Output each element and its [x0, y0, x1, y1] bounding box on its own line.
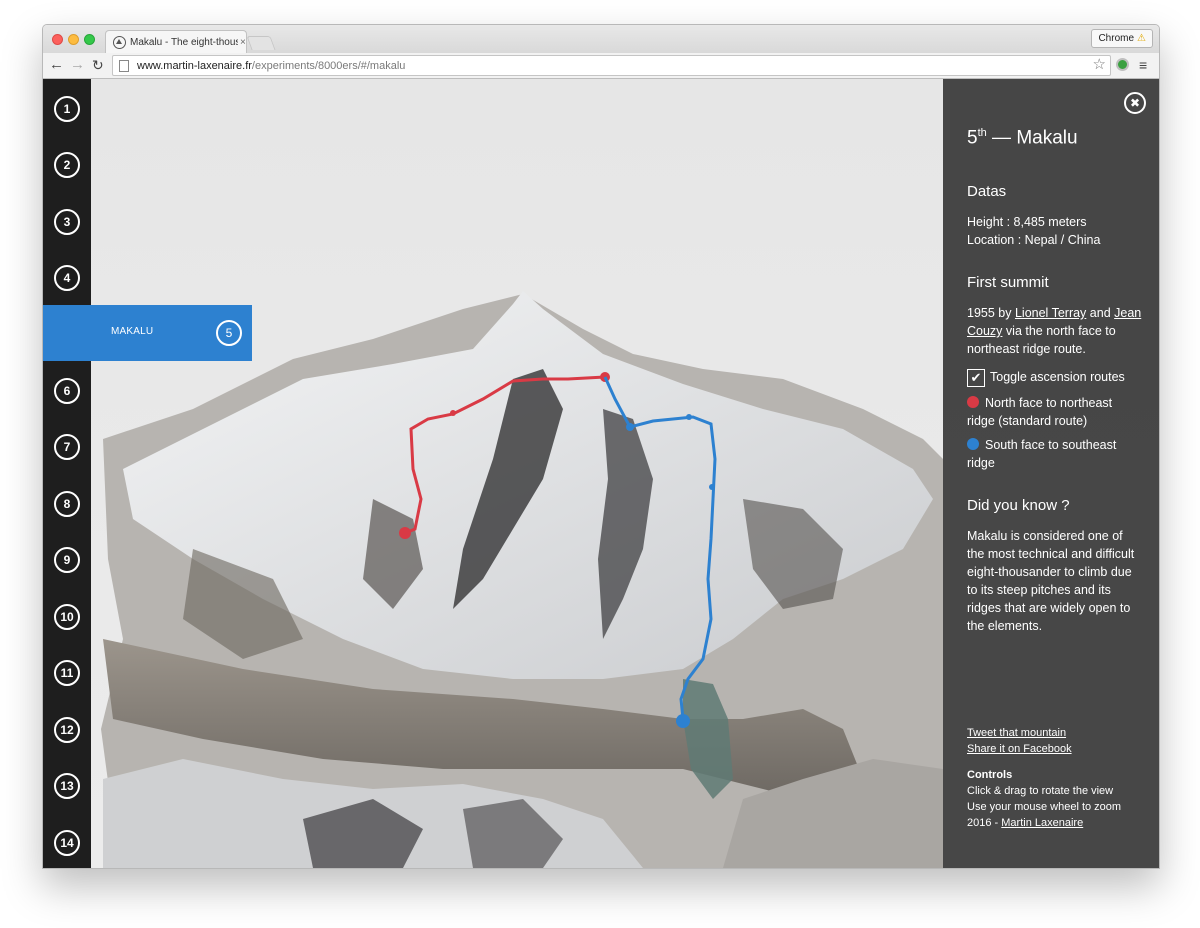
nav-item-10[interactable]: 10 [54, 604, 80, 630]
rank-number: 5 [967, 127, 978, 149]
credit-line: 2016 - Martin Laxenaire [967, 815, 1083, 831]
close-panel-button[interactable]: ✖ [1124, 92, 1146, 114]
climber-link-terray[interactable]: Lionel Terray [1015, 306, 1086, 320]
route-south-legend-text: South face to southeast ridge [967, 438, 1117, 470]
controls-heading: Controls [967, 769, 1013, 781]
url-text: www.martin-laxenaire.fr/experiments/8000… [137, 60, 405, 72]
first-summit-heading: First summit [967, 274, 1049, 291]
profile-label: Chrome [1098, 33, 1135, 44]
nav-item-13[interactable]: 13 [54, 773, 80, 799]
info-panel: ✖ 5th — Makalu Datas Height : 8,485 mete… [943, 79, 1159, 868]
route-north-legend-text: North face to northeast ridge (standard … [967, 396, 1113, 428]
route-south-face-waypoint [686, 414, 692, 420]
page-icon [119, 59, 129, 72]
bookmark-star-icon[interactable]: ☆ [1093, 56, 1106, 74]
tweet-link[interactable]: Tweet that mountain [967, 725, 1066, 741]
nav-item-2[interactable]: 2 [54, 152, 80, 178]
mountain-nav-rail: 1 2 3 4 6 7 8 9 10 11 12 13 14 [43, 79, 91, 868]
url-path: /experiments/8000ers/#/makalu [251, 59, 406, 72]
nav-item-9[interactable]: 9 [54, 547, 80, 573]
route-south-face-waypoint [709, 484, 715, 490]
height-text: Height : 8,485 meters [967, 215, 1087, 229]
address-bar[interactable]: www.martin-laxenaire.fr/experiments/8000… [112, 55, 1111, 76]
controls-rotate-text: Click & drag to rotate the view [967, 785, 1114, 797]
favicon-icon [113, 36, 126, 49]
controls-zoom-text: Use your mouse wheel to zoom [967, 801, 1122, 813]
forward-arrow-icon[interactable]: → [70, 56, 85, 74]
close-window-button[interactable] [52, 34, 63, 45]
nav-item-5-active[interactable]: MAKALU 5 [43, 305, 252, 361]
nav-item-7[interactable]: 7 [54, 434, 80, 460]
warning-icon: ⚠ [1137, 33, 1146, 44]
route-south-face-start-point [676, 714, 690, 728]
credit-year: 2016 - [967, 817, 999, 829]
menu-icon[interactable]: ≡ [1139, 56, 1147, 74]
nav-item-14[interactable]: 14 [54, 830, 80, 856]
zoom-window-button[interactable] [84, 34, 95, 45]
location-text: Location : Nepal / China [967, 233, 1101, 247]
active-mountain-number: 5 [216, 320, 242, 346]
tab-close-icon[interactable]: × [240, 37, 246, 48]
nav-item-6[interactable]: 6 [54, 378, 80, 404]
nav-item-8[interactable]: 8 [54, 491, 80, 517]
author-link[interactable]: Martin Laxenaire [1001, 817, 1083, 829]
nav-item-4[interactable]: 4 [54, 265, 80, 291]
active-mountain-label: MAKALU [111, 326, 154, 337]
nav-item-1[interactable]: 1 [54, 96, 80, 122]
nav-item-12[interactable]: 12 [54, 717, 80, 743]
toggle-routes-label[interactable]: Toggle ascension routes [990, 370, 1125, 384]
tab-title: Makalu - The eight-thousa [130, 37, 238, 48]
nav-item-3[interactable]: 3 [54, 209, 80, 235]
back-arrow-icon[interactable]: ← [49, 56, 64, 74]
panel-title: 5th — Makalu [967, 127, 1078, 149]
reload-icon[interactable]: ↻ [92, 56, 104, 74]
page-viewport: 1 2 3 4 6 7 8 9 10 11 12 13 14 MAKALU 5 … [43, 79, 1159, 868]
facebook-share-link[interactable]: Share it on Facebook [967, 741, 1072, 757]
tab-bar: Makalu - The eight-thousa × Chrome ⚠ [43, 25, 1159, 54]
toggle-routes-checkbox[interactable]: ✔ [967, 369, 985, 387]
browser-tab[interactable]: Makalu - The eight-thousa × [105, 30, 247, 54]
mountain-name: — Makalu [992, 127, 1078, 149]
rank-suffix: th [977, 127, 987, 139]
url-host: www.martin-laxenaire.fr [137, 59, 252, 72]
new-tab-button[interactable] [246, 36, 276, 50]
first-summit-text: 1955 by Lionel Terray and Jean Couzy via… [967, 304, 1142, 358]
summit-year: 1955 by [967, 306, 1012, 320]
did-you-know-heading: Did you know ? [967, 497, 1070, 514]
minimize-window-button[interactable] [68, 34, 79, 45]
extension-icon[interactable] [1116, 58, 1129, 71]
route-north-face-waypoint [450, 410, 456, 416]
and-word: and [1089, 306, 1111, 320]
route-south-face-waypoint [626, 423, 634, 431]
browser-window: Makalu - The eight-thousa × Chrome ⚠ ← →… [42, 24, 1160, 869]
did-you-know-text: Makalu is considered one of the most tec… [967, 529, 1135, 633]
browser-toolbar: ← → ↻ www.martin-laxenaire.fr/experiment… [43, 53, 1159, 79]
profile-button[interactable]: Chrome ⚠ [1091, 29, 1153, 48]
route-north-face-start-point [399, 527, 411, 539]
nav-item-11[interactable]: 11 [54, 660, 80, 686]
datas-heading: Datas [967, 183, 1007, 200]
